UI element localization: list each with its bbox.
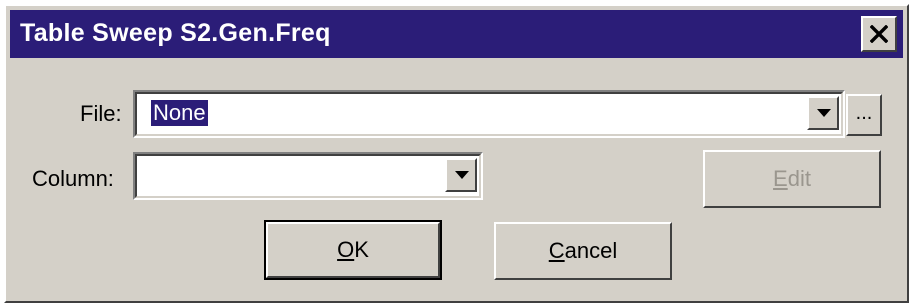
column-combobox[interactable]	[133, 152, 483, 200]
edit-button[interactable]: Edit	[703, 150, 881, 208]
ok-button-label: OK	[266, 237, 440, 263]
cancel-label-rest: ancel	[564, 238, 618, 263]
ok-label-rest: K	[354, 237, 369, 262]
file-selected-value: None	[151, 100, 208, 126]
column-dropdown-button[interactable]	[445, 158, 477, 192]
edit-button-label: Edit	[705, 166, 879, 192]
dialog-title: Table Sweep S2.Gen.Freq	[20, 19, 331, 47]
edit-label-rest: dit	[787, 166, 811, 191]
column-label: Column:	[32, 166, 114, 191]
browse-button[interactable]: ...	[846, 94, 882, 136]
chevron-down-icon	[455, 171, 469, 179]
file-dropdown-button[interactable]	[807, 96, 839, 130]
cancel-button-label: Cancel	[496, 238, 670, 264]
file-combobox[interactable]: None	[133, 90, 845, 138]
cancel-mnemonic: C	[548, 238, 565, 263]
close-button[interactable]	[861, 16, 897, 52]
edit-mnemonic: E	[773, 166, 788, 191]
chevron-down-icon	[817, 109, 831, 117]
file-label: File:	[80, 101, 122, 126]
browse-label: ...	[855, 102, 873, 124]
table-sweep-dialog: Table Sweep S2.Gen.Freq File: None ... C…	[4, 4, 909, 303]
close-icon	[870, 25, 888, 43]
title-bar[interactable]: Table Sweep S2.Gen.Freq	[10, 10, 903, 58]
ok-mnemonic: O	[337, 237, 355, 262]
cancel-button[interactable]: Cancel	[494, 222, 672, 280]
ok-button[interactable]: OK	[264, 220, 442, 280]
